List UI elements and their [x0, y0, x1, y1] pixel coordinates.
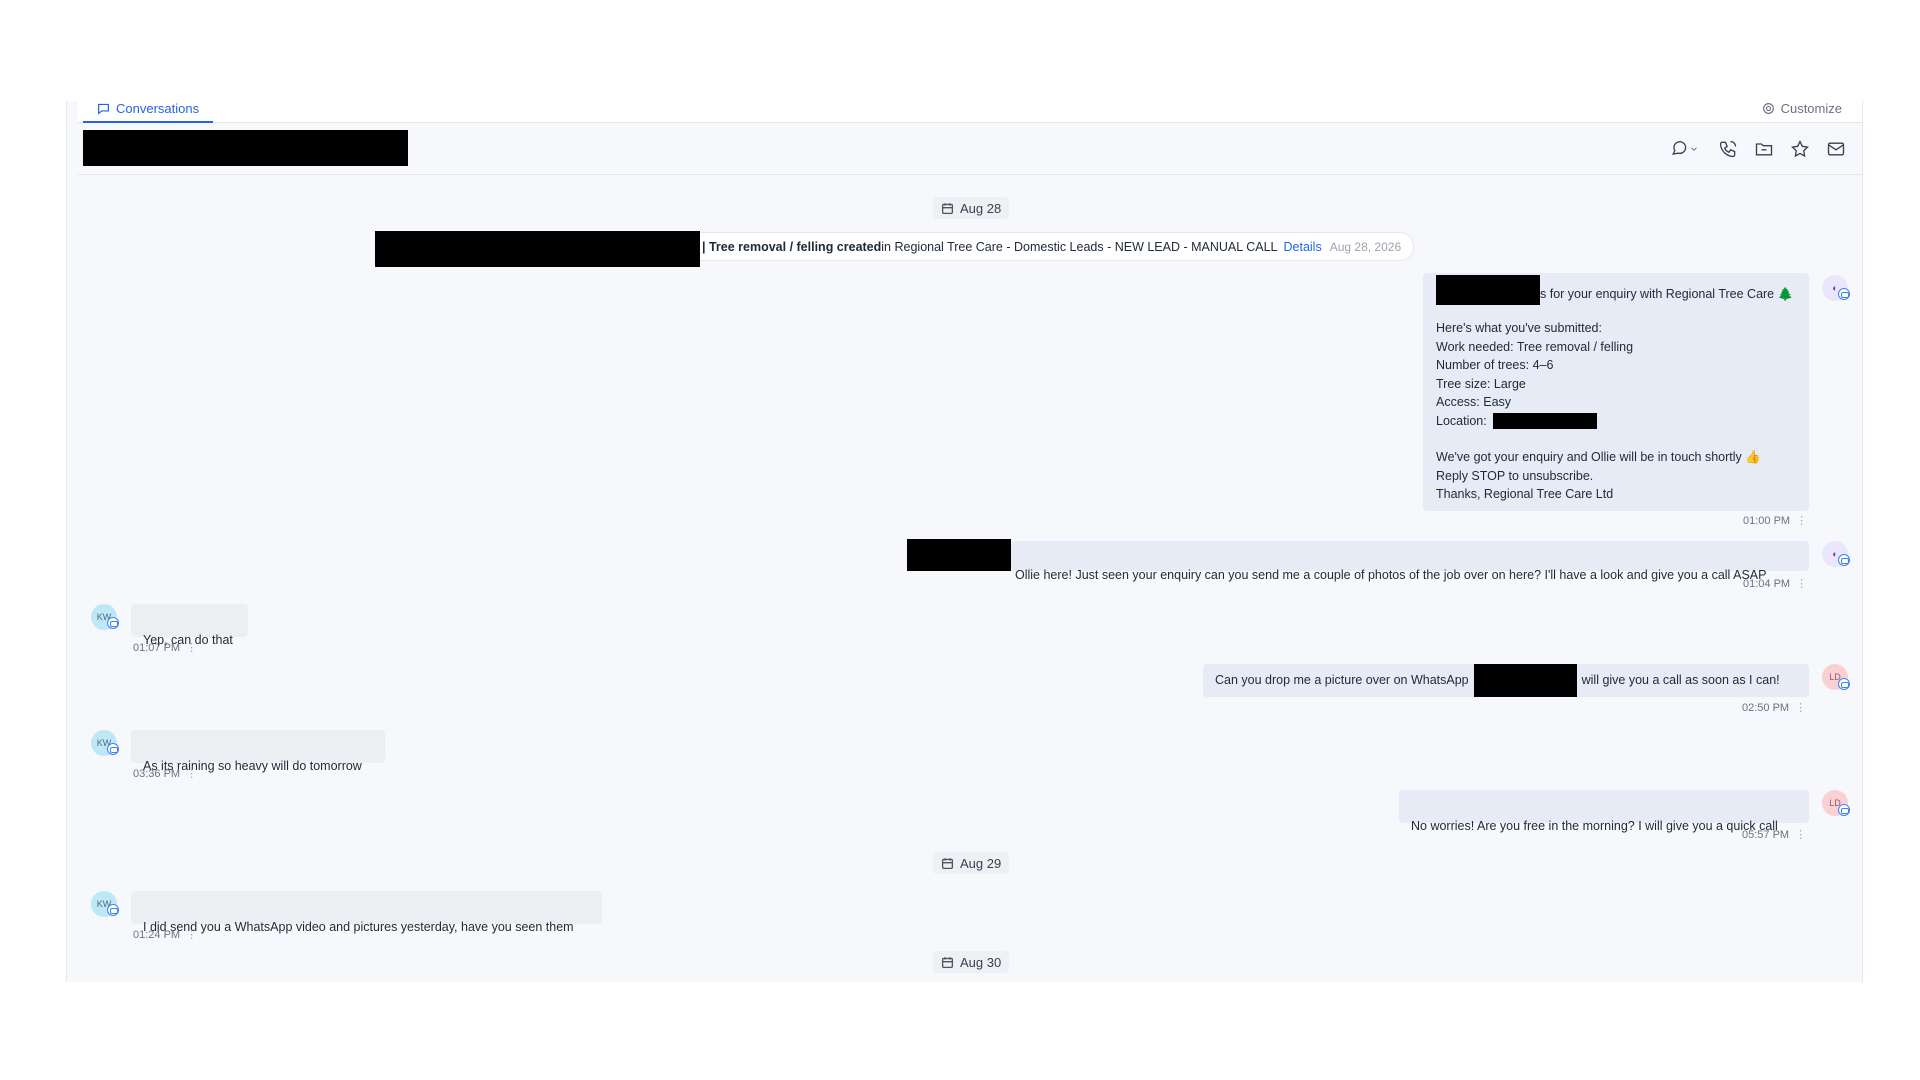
contact-name-redacted — [83, 130, 408, 166]
channel-icon — [1838, 678, 1850, 690]
activity-pipeline: in Regional Tree Care - Domestic Leads -… — [881, 239, 1278, 254]
customize-button[interactable]: Customize — [1762, 101, 1842, 121]
location-redacted — [1492, 412, 1597, 429]
message-text: Can you drop me a picture over on WhatsA… — [1215, 673, 1469, 688]
message-bubble: Can you drop me a picture over on WhatsA… — [1203, 664, 1809, 697]
channel-icon — [107, 904, 119, 916]
name-redacted — [1473, 664, 1577, 697]
more-options-icon[interactable]: ⋮ — [186, 641, 197, 654]
message-bubble: I did send you a WhatsApp video and pict… — [131, 891, 602, 934]
location-label: Location: — [1436, 413, 1487, 428]
conversation-panel: Conversations Customize Aug 28 | Tree re… — [66, 101, 1863, 982]
phone-icon[interactable] — [1716, 137, 1740, 161]
message-meta: 01:00 PM ⋮ — [1743, 514, 1807, 528]
message-text: will give you a call as soon as I can! — [1581, 673, 1780, 688]
message-tail: We've got your enquiry and Ollie will be… — [1436, 450, 1761, 501]
message-time: 01:00 PM — [1743, 514, 1791, 527]
header-actions — [1664, 137, 1848, 161]
activity-title: | Tree removal / felling created — [702, 239, 882, 254]
message-text: No worries! Are you free in the morning?… — [1411, 818, 1778, 833]
message-time: 02:50 PM — [1742, 701, 1790, 714]
tab-bar: Conversations Customize — [78, 101, 1862, 123]
activity-redacted — [375, 231, 700, 267]
message-meta: 01:24 PM ⋮ — [133, 928, 197, 942]
conversation-header — [78, 123, 1862, 175]
date-label: Aug 30 — [960, 954, 1002, 970]
message-line: s for your enquiry with Regional Tree Ca… — [1540, 286, 1794, 301]
activity-date: Aug 28, 2026 — [1329, 239, 1402, 254]
message-bubble: Ollie here! Just seen your enquiry can y… — [1011, 541, 1809, 582]
message-bubble: As its raining so heavy will do tomorrow — [131, 730, 385, 773]
calendar-icon — [941, 956, 954, 968]
channel-icon — [1838, 804, 1850, 816]
more-options-icon[interactable]: ⋮ — [186, 767, 197, 780]
message-meta: 01:04 PM ⋮ — [1743, 577, 1807, 591]
message-meta: 03:36 PM ⋮ — [133, 767, 197, 781]
more-options-icon[interactable]: ⋮ — [1796, 577, 1807, 590]
more-options-icon[interactable]: ⋮ — [186, 928, 197, 941]
date-label: Aug 29 — [960, 855, 1002, 871]
tab-conversations[interactable]: Conversations — [83, 101, 214, 123]
greeting-redacted — [1436, 275, 1540, 305]
message-body: Here's what you've submitted: Work neede… — [1436, 321, 1634, 409]
chat-channel-icon[interactable] — [1664, 137, 1704, 161]
message-time: 03:36 PM — [133, 767, 181, 780]
message-time: 01:24 PM — [133, 928, 181, 941]
chat-icon — [98, 103, 109, 115]
message-bubble: s for your enquiry with Regional Tree Ca… — [1423, 273, 1809, 511]
date-separator: Aug 30 — [933, 951, 1010, 973]
date-separator: Aug 28 — [933, 197, 1010, 219]
sender-redacted — [907, 539, 1011, 571]
mail-icon[interactable] — [1824, 137, 1848, 161]
message-time: 01:07 PM — [133, 641, 181, 654]
customize-label: Customize — [1780, 101, 1842, 116]
folder-icon[interactable] — [1752, 137, 1776, 161]
message-meta: 01:07 PM ⋮ — [133, 641, 197, 655]
message-bubble: No worries! Are you free in the morning?… — [1399, 790, 1809, 833]
message-time: 01:04 PM — [1743, 577, 1791, 590]
date-label: Aug 28 — [960, 200, 1002, 216]
message-text: Ollie here! Just seen your enquiry can y… — [1015, 567, 1767, 582]
message-meta: 02:50 PM ⋮ — [1742, 701, 1806, 715]
date-separator: Aug 29 — [933, 852, 1010, 874]
channel-icon — [107, 617, 119, 629]
more-options-icon[interactable]: ⋮ — [1795, 828, 1806, 841]
channel-icon — [107, 743, 119, 755]
activity-details-link[interactable]: Details — [1284, 240, 1322, 254]
channel-icon — [1838, 288, 1850, 300]
message-meta: 05:57 PM ⋮ — [1742, 828, 1806, 842]
more-options-icon[interactable]: ⋮ — [1796, 514, 1807, 527]
settings-icon — [1762, 102, 1774, 114]
message-time: 05:57 PM — [1742, 828, 1790, 841]
calendar-icon — [941, 857, 954, 869]
tab-conversations-label: Conversations — [116, 101, 200, 116]
channel-icon — [1838, 554, 1850, 566]
message-bubble: Yep, can do that — [131, 604, 248, 647]
more-options-icon[interactable]: ⋮ — [1795, 701, 1806, 714]
star-icon[interactable] — [1788, 137, 1812, 161]
calendar-icon — [941, 202, 954, 214]
message-text: I did send you a WhatsApp video and pict… — [143, 919, 574, 934]
